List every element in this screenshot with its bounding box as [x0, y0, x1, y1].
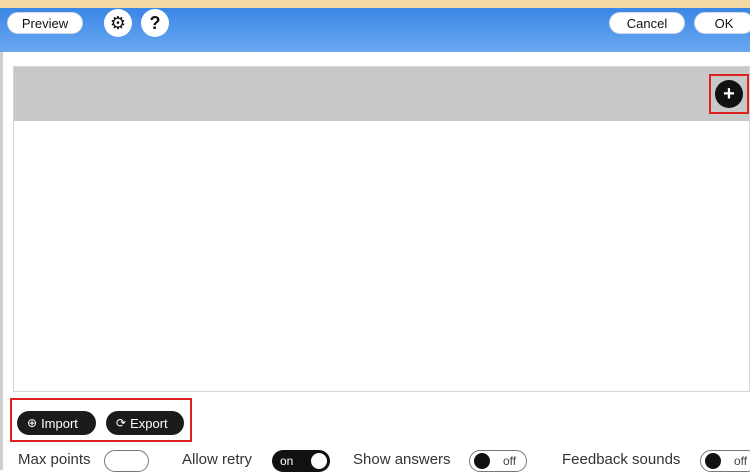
- feedback-sounds-state: off: [734, 454, 748, 468]
- allow-retry-label: Allow retry: [182, 451, 253, 468]
- preview-button-label: Preview: [21, 15, 69, 31]
- allow-retry-state: on: [280, 454, 294, 468]
- export-button[interactable]: ⟳ Export: [106, 411, 184, 435]
- toggle-knob: [705, 453, 721, 469]
- question-icon[interactable]: ?: [141, 9, 169, 37]
- gear-icon[interactable]: ⚙: [104, 9, 132, 37]
- left-border: [0, 52, 3, 470]
- plus-icon[interactable]: +: [715, 80, 743, 108]
- preview-button[interactable]: Preview: [7, 12, 83, 34]
- cancel-button-label: Cancel: [626, 15, 668, 31]
- ok-button-label: OK: [714, 15, 734, 31]
- panel-body: [14, 121, 749, 391]
- import-button[interactable]: ⊕ Import: [17, 411, 96, 435]
- show-answers-label: Show answers: [353, 451, 451, 468]
- import-icon: ⊕: [27, 416, 38, 430]
- feedback-sounds-label: Feedback sounds: [562, 451, 681, 468]
- export-icon: ⟳: [116, 416, 127, 430]
- toolbar: Preview ⚙ ? Cancel OK: [0, 8, 750, 52]
- show-answers-state: off: [503, 454, 517, 468]
- show-answers-toggle[interactable]: off: [469, 450, 527, 472]
- feedback-sounds-toggle[interactable]: off: [700, 450, 750, 472]
- cancel-button[interactable]: Cancel: [609, 12, 685, 34]
- max-points-label: Max points: [18, 451, 91, 468]
- export-label: Export: [130, 415, 168, 431]
- toggle-knob: [474, 453, 490, 469]
- panel-header: +: [14, 67, 749, 121]
- content-panel: +: [13, 66, 750, 392]
- top-strip: [0, 0, 750, 8]
- allow-retry-toggle[interactable]: on: [272, 450, 330, 472]
- toggle-knob: [311, 453, 327, 469]
- ok-button[interactable]: OK: [694, 12, 750, 34]
- add-button-highlight: +: [709, 74, 749, 114]
- import-label: Import: [41, 415, 78, 431]
- max-points-input[interactable]: [104, 450, 149, 472]
